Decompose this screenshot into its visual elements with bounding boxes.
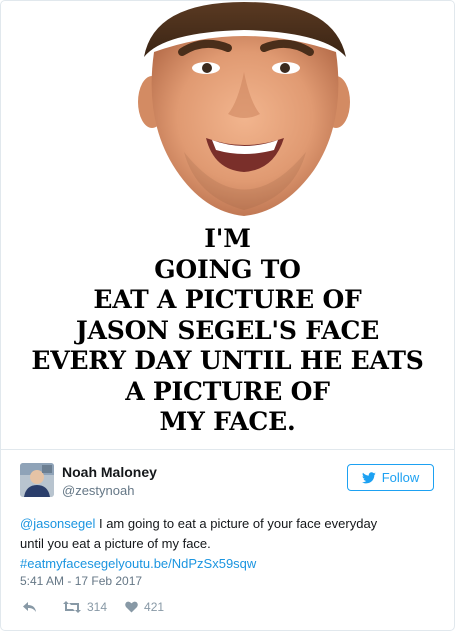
like-button[interactable]: 421: [125, 600, 164, 614]
caption-line: GOING TO: [154, 254, 301, 284]
reply-button[interactable]: [22, 601, 37, 613]
retweet-icon: [63, 601, 81, 613]
caption-line: EAT A PICTURE OF: [93, 285, 362, 314]
heart-icon: [125, 601, 138, 613]
caption-line: JASON SEGEL'S FACE: [75, 315, 380, 345]
follow-button[interactable]: Follow: [347, 464, 434, 491]
media-caption: I'M GOING TO EAT A PICTURE OF JASON SEGE…: [2, 224, 453, 438]
caption-line: A PICTURE OF: [125, 376, 330, 406]
user-name[interactable]: Noah Maloney: [62, 464, 157, 480]
avatar[interactable]: [20, 463, 54, 497]
reply-icon: [23, 602, 36, 612]
tweet-actions: 314 421: [22, 598, 164, 616]
tweet-text-line: @jasonsegel I am going to eat a picture …: [20, 514, 440, 534]
caption-line: MY FACE.: [159, 407, 296, 436]
tweet-text-fragment: I am going to eat a picture of your face…: [95, 516, 378, 531]
face-photo: [124, 2, 364, 217]
tweet-text-line: until you eat a picture of my face.: [20, 536, 211, 551]
like-count: 421: [144, 600, 165, 614]
tweet-card: I'M GOING TO EAT A PICTURE OF JASON SEGE…: [0, 0, 455, 631]
follow-button-label: Follow: [381, 470, 420, 485]
timestamp[interactable]: 5:41 AM - 17 Feb 2017: [20, 574, 142, 588]
tweet-text: @jasonsegel I am going to eat a picture …: [20, 514, 440, 574]
retweet-count: 314: [87, 600, 108, 614]
user-handle[interactable]: @zestynoah: [62, 483, 134, 498]
tweet-text-line: #eatmyfacesegelyoutu.be/NdPzSx59sqw: [20, 554, 440, 574]
caption-line: I'M: [204, 224, 251, 253]
caption-line: EVERY DAY UNTIL HE EATS: [31, 346, 424, 375]
twitter-bird-icon: [361, 471, 376, 483]
mention-link[interactable]: @jasonsegel: [20, 516, 95, 531]
tweet-media-image[interactable]: I'M GOING TO EAT A PICTURE OF JASON SEGE…: [2, 2, 453, 448]
retweet-button[interactable]: 314: [63, 600, 107, 614]
hashtag-link[interactable]: #eatmyfacesegelyoutu.be/NdPzSx59sqw: [20, 556, 256, 571]
tweet-body: Noah Maloney @zestynoah Follow @jasonseg…: [1, 450, 454, 630]
